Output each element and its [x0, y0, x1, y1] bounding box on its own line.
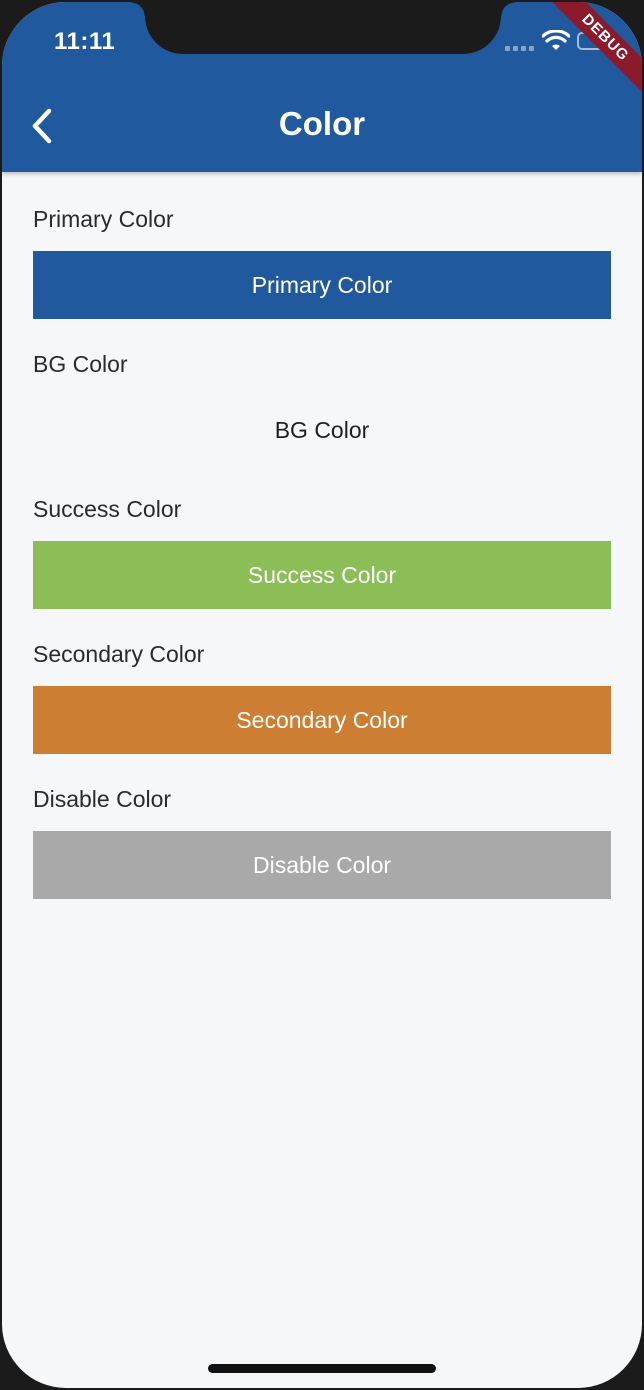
section-disable: Disable Color Disable Color	[33, 783, 611, 899]
status-time: 11:11	[54, 28, 116, 55]
secondary-color-button[interactable]: Secondary Color	[33, 686, 611, 754]
success-color-button[interactable]: Success Color	[33, 541, 611, 609]
device-notch	[131, 2, 515, 54]
signal-icon	[505, 46, 534, 51]
section-secondary: Secondary Color Secondary Color	[33, 638, 611, 754]
device-screen: 11:11 DEBUG Color Primary Color Primary …	[2, 2, 642, 1388]
section-label: BG Color	[33, 351, 128, 377]
disable-color-button[interactable]: Disable Color	[33, 831, 611, 899]
color-list: Primary Color Primary Color BG Color BG …	[33, 172, 611, 899]
section-bg: BG Color BG Color	[33, 348, 611, 464]
section-label: Primary Color	[33, 206, 174, 232]
section-label: Success Color	[33, 496, 182, 522]
section-label: Secondary Color	[33, 641, 205, 667]
home-indicator	[208, 1364, 436, 1373]
bg-color-button[interactable]: BG Color	[33, 396, 611, 464]
app-bar: 11:11 DEBUG Color	[2, 2, 642, 172]
section-success: Success Color Success Color	[33, 493, 611, 609]
section-primary: Primary Color Primary Color	[33, 203, 611, 319]
wifi-icon	[542, 30, 570, 50]
page-title: Color	[278, 105, 366, 142]
primary-color-button[interactable]: Primary Color	[33, 251, 611, 319]
section-label: Disable Color	[33, 786, 172, 812]
